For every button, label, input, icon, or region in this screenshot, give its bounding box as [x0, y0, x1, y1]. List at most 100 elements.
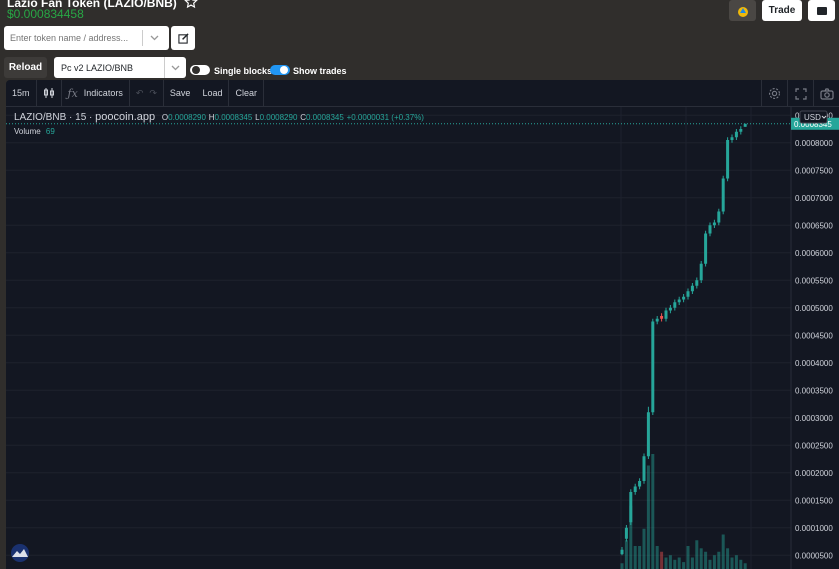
- legend-interval: 15: [75, 112, 87, 123]
- y-tick-label: 0.0004500: [795, 331, 833, 340]
- volume-bar: [695, 540, 699, 569]
- candle-body: [686, 291, 690, 297]
- candle-body: [695, 280, 699, 286]
- star-icon[interactable]: [184, 0, 198, 9]
- y-tick-label: 0.0007500: [795, 166, 833, 175]
- interval-button[interactable]: 15m: [6, 80, 36, 107]
- top-right-actions: Trade: [729, 0, 835, 21]
- legend-low: 0.0008290: [259, 113, 298, 122]
- volume-bar: [708, 559, 712, 569]
- pair-select[interactable]: Pc v2 LAZIO/BNB: [54, 57, 186, 78]
- toggle-knob: [192, 66, 200, 74]
- candle-body: [699, 263, 703, 281]
- fire-icon: [737, 6, 748, 17]
- undo-button[interactable]: ↶: [130, 80, 150, 107]
- candle-body: [668, 307, 672, 311]
- volume-bar: [726, 548, 730, 569]
- volume-bar: [717, 551, 721, 569]
- candle-body: [646, 412, 650, 457]
- volume-bar: [624, 540, 628, 569]
- y-tick-label: 0.0005000: [795, 304, 833, 313]
- candle-body: [660, 316, 664, 319]
- volume-bar: [686, 546, 690, 569]
- volume-value: 69: [45, 127, 55, 136]
- save-button[interactable]: Save: [164, 80, 197, 107]
- volume-bar: [730, 557, 734, 569]
- volume-legend: Volume 69: [14, 127, 55, 136]
- single-blocks-toggle[interactable]: [190, 65, 210, 75]
- volume-bar: [743, 563, 747, 569]
- candle-body: [739, 129, 743, 132]
- fullscreen-button[interactable]: [787, 80, 813, 107]
- redo-button[interactable]: ↷: [149, 80, 163, 107]
- screenshot-button[interactable]: [813, 80, 839, 107]
- legend-pair: LAZIO/BNB: [14, 112, 67, 123]
- settings-button[interactable]: [761, 80, 787, 107]
- candle-body: [624, 527, 628, 539]
- reload-button[interactable]: Reload: [4, 57, 47, 78]
- volume-bar: [633, 546, 637, 569]
- volume-bar: [651, 454, 655, 569]
- candle-body: [673, 302, 677, 308]
- volume-bar: [673, 559, 677, 569]
- search-input[interactable]: [4, 33, 142, 43]
- volume-label: Volume: [14, 127, 41, 136]
- volume-bar: [655, 546, 659, 569]
- candle-body: [690, 285, 694, 292]
- show-trades-toggle[interactable]: [270, 65, 290, 75]
- candle-body: [677, 299, 681, 303]
- candle-body: [726, 140, 730, 179]
- divider: [262, 79, 264, 107]
- candle-body: [620, 549, 624, 555]
- y-tick-label: 0.0006500: [795, 221, 833, 230]
- currency-select[interactable]: USD: [799, 110, 828, 124]
- y-tick-label: 0.0001500: [795, 496, 833, 505]
- volume-bar: [739, 559, 743, 569]
- price-chart[interactable]: 0.00085000.00080000.00075000.00070000.00…: [6, 107, 839, 569]
- edit-button[interactable]: [171, 26, 195, 50]
- trade-button[interactable]: Trade: [762, 0, 802, 21]
- candle-body: [682, 296, 686, 300]
- clear-button[interactable]: Clear: [229, 80, 263, 107]
- chart-toolbar-right: [761, 80, 839, 107]
- legend-high: 0.0008345: [214, 113, 253, 122]
- wallet-button[interactable]: [729, 0, 756, 21]
- currency-label: USD: [804, 113, 821, 122]
- y-tick-label: 0.0001000: [795, 524, 833, 533]
- volume-bar: [668, 555, 672, 569]
- legend-close: 0.0008345: [305, 113, 344, 122]
- volume-bar: [704, 551, 708, 569]
- volume-bar: [682, 562, 686, 569]
- token-search: [4, 26, 169, 50]
- candle-body: [642, 456, 646, 481]
- chevron-down-icon[interactable]: [143, 35, 165, 41]
- legend-change: +0.0000031 (+0.37%): [346, 113, 424, 122]
- candle-body: [717, 211, 721, 223]
- candle-body: [629, 492, 633, 523]
- candle-body: [638, 481, 642, 487]
- candles-icon: [43, 88, 54, 98]
- candle-style-button[interactable]: [37, 80, 61, 107]
- legend-source: poocoin.app: [95, 111, 156, 123]
- menu-button[interactable]: [808, 0, 835, 21]
- load-button[interactable]: Load: [196, 80, 228, 107]
- toggle-knob: [280, 66, 288, 74]
- volume-bar: [660, 551, 664, 569]
- volume-bar: [638, 546, 642, 569]
- indicators-button[interactable]: ƒx Indicators: [62, 80, 129, 107]
- poocoin-app: Lazio Fan Token (LAZIO/BNB) $0.000834458…: [0, 0, 839, 569]
- y-tick-label: 0.0004000: [795, 359, 833, 368]
- tradingview-logo[interactable]: [9, 544, 31, 562]
- candle-body: [712, 222, 716, 226]
- candle-body: [721, 178, 725, 212]
- volume-bar: [677, 557, 681, 569]
- y-tick-label: 0.0007000: [795, 194, 833, 203]
- chevron-down-icon: [164, 57, 186, 78]
- candle-body: [730, 137, 734, 140]
- pair-select-value: Pc v2 LAZIO/BNB: [61, 62, 134, 73]
- volume-bar: [642, 528, 646, 569]
- single-blocks-label: Single blocks: [214, 66, 273, 76]
- volume-bar: [712, 555, 716, 569]
- fullscreen-icon: [794, 87, 807, 100]
- candle-body: [651, 321, 655, 413]
